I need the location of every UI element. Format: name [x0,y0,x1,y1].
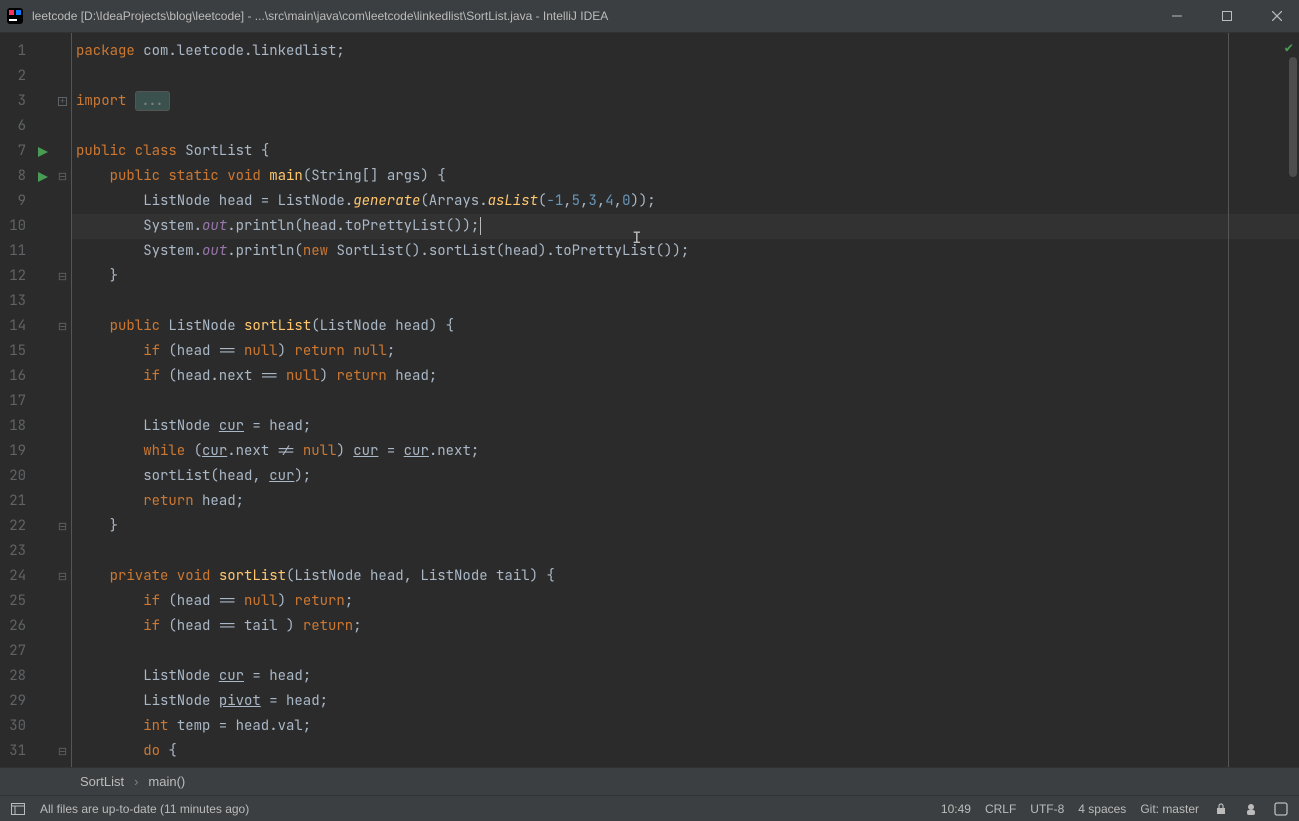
line-number[interactable]: 9 [0,189,32,214]
code-line[interactable]: package com.leetcode.linkedlist; [72,39,1299,64]
right-margin-line [1228,33,1229,767]
line-number[interactable]: 8 [0,164,32,189]
line-number[interactable]: 3 [0,89,32,114]
run-class-icon[interactable] [32,139,54,164]
window-title: leetcode [D:\IdeaProjects\blog\leetcode]… [32,9,1163,23]
code-line[interactable]: if (head == tail ) return; [72,614,1299,639]
indent-setting[interactable]: 4 spaces [1078,802,1126,816]
code-line[interactable]: public ListNode sortList(ListNode head) … [72,314,1299,339]
code-line[interactable]: public class SortList { [72,139,1299,164]
line-number[interactable]: 18 [0,414,32,439]
code-line[interactable]: do { [72,739,1299,764]
code-line[interactable]: ListNode head = ListNode.generate(Arrays… [72,189,1299,214]
line-number[interactable]: 16 [0,364,32,389]
fold-collapse-icon[interactable]: ⊟ [54,164,71,189]
fold-collapse-icon[interactable]: ⊟ [54,564,71,589]
breadcrumb-method[interactable]: main() [148,774,185,789]
fold-expand-icon[interactable]: + [54,89,71,114]
app-icon [6,7,24,25]
line-number[interactable]: 6 [0,114,32,139]
line-number[interactable]: 21 [0,489,32,514]
code-line[interactable]: ListNode cur = head; [72,414,1299,439]
line-number[interactable]: 29 [0,689,32,714]
code-line[interactable] [72,539,1299,564]
breadcrumb-bar[interactable]: SortList › main() [0,767,1299,795]
fold-gutter[interactable]: + ⊟ ⊟ ⊟ ⊟ ⊟ ⊟ [54,33,72,767]
maximize-button[interactable] [1213,5,1241,27]
line-number[interactable]: 28 [0,664,32,689]
inspection-ok-icon[interactable]: ✔ [1285,39,1293,57]
status-message[interactable]: All files are up-to-date (11 minutes ago… [40,802,249,816]
code-line[interactable]: int temp = head.val; [72,714,1299,739]
text-caret [480,217,481,235]
line-number[interactable]: 11 [0,239,32,264]
line-number[interactable]: 12 [0,264,32,289]
hide-tool-windows-icon[interactable] [10,801,26,817]
ide-tools-icon[interactable] [1273,801,1289,817]
code-line[interactable]: if (head.next == null) return head; [72,364,1299,389]
line-number[interactable]: 14 [0,314,32,339]
git-branch[interactable]: Git: master [1140,802,1199,816]
folded-imports[interactable]: ... [135,91,170,111]
breadcrumb-separator: › [134,774,138,789]
code-line-current[interactable]: System.out.println(head.toPrettyList()); [72,214,1299,239]
code-line[interactable]: import ... [72,89,1299,114]
line-number[interactable]: 19 [0,439,32,464]
line-number[interactable]: 26 [0,614,32,639]
line-number[interactable]: 30 [0,714,32,739]
cursor-position[interactable]: 10:49 [941,802,971,816]
code-line[interactable]: sortList(head, cur); [72,464,1299,489]
line-number[interactable]: 23 [0,539,32,564]
code-line[interactable] [72,639,1299,664]
code-area[interactable]: ✔ package com.leetcode.linkedlist; impor… [72,33,1299,767]
minimize-button[interactable] [1163,5,1191,27]
line-number[interactable]: 10 [0,214,32,239]
line-number[interactable]: 25 [0,589,32,614]
code-line[interactable]: } [72,264,1299,289]
code-line[interactable]: while (cur.next != null) cur = cur.next; [72,439,1299,464]
code-line[interactable] [72,389,1299,414]
code-line[interactable] [72,64,1299,89]
code-line[interactable] [72,289,1299,314]
line-number[interactable]: 2 [0,64,32,89]
line-number[interactable]: 1 [0,39,32,64]
code-line[interactable]: if (head == null) return null; [72,339,1299,364]
line-number-gutter[interactable]: 1236789101112131415161718192021222324252… [0,33,32,767]
lock-icon[interactable] [1213,801,1229,817]
run-main-icon[interactable] [32,164,54,189]
vertical-scrollbar[interactable] [1289,57,1297,177]
code-line[interactable]: private void sortList(ListNode head, Lis… [72,564,1299,589]
editor[interactable]: 1236789101112131415161718192021222324252… [0,33,1299,767]
code-line[interactable]: } [72,514,1299,539]
code-line[interactable]: if (head == null) return; [72,589,1299,614]
code-line[interactable]: return head; [72,489,1299,514]
line-number[interactable]: 27 [0,639,32,664]
code-line[interactable]: public static void main(String[] args) { [72,164,1299,189]
window-controls [1163,5,1291,27]
line-number[interactable]: 24 [0,564,32,589]
close-button[interactable] [1263,5,1291,27]
line-number[interactable]: 31 [0,739,32,764]
gutter-icons[interactable] [32,33,54,767]
file-encoding[interactable]: UTF-8 [1030,802,1064,816]
code-line[interactable] [72,114,1299,139]
line-number[interactable]: 20 [0,464,32,489]
line-number[interactable]: 17 [0,389,32,414]
code-line[interactable]: ListNode pivot = head; [72,689,1299,714]
titlebar: leetcode [D:\IdeaProjects\blog\leetcode]… [0,0,1299,33]
breadcrumb-class[interactable]: SortList [80,774,124,789]
line-number[interactable]: 7 [0,139,32,164]
code-line[interactable]: ListNode cur = head; [72,664,1299,689]
hector-icon[interactable] [1243,801,1259,817]
line-number[interactable]: 15 [0,339,32,364]
line-number[interactable]: 22 [0,514,32,539]
line-separator[interactable]: CRLF [985,802,1016,816]
status-bar: All files are up-to-date (11 minutes ago… [0,795,1299,821]
code-line[interactable]: System.out.println(new SortList().sortLi… [72,239,1299,264]
fold-collapse-icon[interactable]: ⊟ [54,314,71,339]
line-number[interactable]: 13 [0,289,32,314]
